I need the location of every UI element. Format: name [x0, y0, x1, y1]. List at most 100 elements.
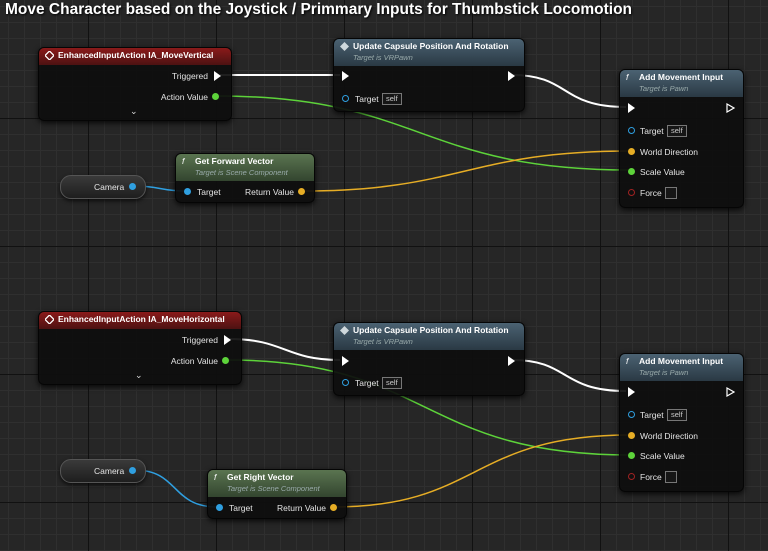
- scale-value-pin[interactable]: [628, 452, 635, 459]
- vector-wire: [302, 150, 631, 192]
- node-title: EnhancedInputAction IA_MoveVertical: [58, 50, 214, 60]
- self-field[interactable]: self: [667, 409, 687, 421]
- node-subtitle: Target is Pawn: [639, 368, 689, 377]
- camera-variable-node[interactable]: Camera: [60, 175, 146, 199]
- target-label: Target: [640, 126, 664, 136]
- triggered-exec-pin[interactable]: [224, 335, 231, 345]
- add-movement-input-node[interactable]: f Add Movement Input Target is Pawn Targ…: [619, 353, 744, 492]
- exec-in-pin[interactable]: [628, 387, 635, 397]
- force-pin[interactable]: [628, 473, 635, 480]
- object-wire: [133, 469, 219, 508]
- add-movement-input-node[interactable]: f Add Movement Input Target is Pawn Targ…: [619, 69, 744, 208]
- node-subtitle: Target is VRPawn: [353, 53, 413, 62]
- exec-out-pin[interactable]: [726, 387, 735, 397]
- node-header: f Add Movement Input Target is Pawn: [620, 70, 743, 97]
- vector-wire: [332, 434, 631, 508]
- node-header: EnhancedInputAction IA_MoveVertical: [39, 48, 231, 65]
- scale-value-label: Scale Value: [640, 167, 685, 177]
- node-subtitle: Target is Scene Component: [227, 484, 320, 493]
- exec-out-pin[interactable]: [508, 71, 515, 81]
- node-header: Update Capsule Position And Rotation Tar…: [334, 323, 524, 350]
- exec-in-pin[interactable]: [628, 103, 635, 113]
- chevron-down-icon[interactable]: ⌄: [135, 370, 143, 381]
- node-header: Update Capsule Position And Rotation Tar…: [334, 39, 524, 66]
- self-field[interactable]: self: [382, 377, 402, 389]
- self-field[interactable]: self: [382, 93, 402, 105]
- target-label: Target: [197, 187, 221, 197]
- world-direction-label: World Direction: [640, 431, 698, 441]
- node-title: Get Right Vector: [227, 472, 294, 482]
- target-pin[interactable]: [184, 188, 191, 195]
- triggered-exec-pin[interactable]: [214, 71, 221, 81]
- camera-label: Camera: [94, 182, 125, 192]
- target-pin[interactable]: [342, 379, 349, 386]
- exec-wire: [511, 359, 627, 392]
- get-forward-vector-node[interactable]: f Get Forward Vector Target is Scene Com…: [175, 153, 315, 203]
- return-value-label: Return Value: [277, 503, 326, 513]
- node-subtitle: Target is Pawn: [639, 84, 689, 93]
- node-header: f Get Right Vector Target is Scene Compo…: [208, 470, 346, 497]
- function-icon: [340, 42, 349, 51]
- event-diamond-icon: [45, 315, 54, 324]
- target-label: Target: [355, 94, 379, 104]
- self-field[interactable]: self: [667, 125, 687, 137]
- scale-value-label: Scale Value: [640, 451, 685, 461]
- camera-out-pin[interactable]: [129, 467, 136, 474]
- camera-label: Camera: [94, 466, 125, 476]
- return-value-label: Return Value: [245, 187, 294, 197]
- node-subtitle: Target is Scene Component: [195, 168, 288, 177]
- exec-out-pin[interactable]: [726, 103, 735, 113]
- node-subtitle: Target is VRPawn: [353, 337, 413, 346]
- exec-in-pin[interactable]: [342, 356, 349, 366]
- node-title: Update Capsule Position And Rotation: [353, 325, 509, 335]
- function-f-icon: f: [626, 72, 629, 82]
- force-pin[interactable]: [628, 189, 635, 196]
- target-label: Target: [640, 410, 664, 420]
- chevron-down-icon[interactable]: ⌄: [130, 106, 138, 117]
- function-f-icon: f: [182, 156, 185, 166]
- update-capsule-node[interactable]: Update Capsule Position And Rotation Tar…: [333, 322, 525, 396]
- target-label: Target: [229, 503, 253, 513]
- camera-out-pin[interactable]: [129, 183, 136, 190]
- node-header: f Get Forward Vector Target is Scene Com…: [176, 154, 314, 181]
- world-direction-label: World Direction: [640, 147, 698, 157]
- target-pin[interactable]: [628, 411, 635, 418]
- node-header: EnhancedInputAction IA_MoveHorizontal: [39, 312, 241, 329]
- exec-in-pin[interactable]: [342, 71, 349, 81]
- node-title: EnhancedInputAction IA_MoveHorizontal: [58, 314, 225, 324]
- force-checkbox[interactable]: [665, 471, 677, 483]
- event-diamond-icon: [45, 51, 54, 60]
- update-capsule-node[interactable]: Update Capsule Position And Rotation Tar…: [333, 38, 525, 112]
- camera-variable-node[interactable]: Camera: [60, 459, 146, 483]
- action-value-label: Action Value: [170, 356, 218, 366]
- force-label: Force: [640, 472, 662, 482]
- node-title: Add Movement Input: [639, 356, 724, 366]
- node-title: Get Forward Vector: [195, 156, 274, 166]
- exec-wire: [511, 74, 627, 108]
- action-value-pin[interactable]: [222, 357, 229, 364]
- function-f-icon: f: [214, 472, 217, 482]
- world-direction-pin[interactable]: [628, 432, 635, 439]
- triggered-label: Triggered: [181, 335, 218, 345]
- force-label: Force: [640, 188, 662, 198]
- exec-out-pin[interactable]: [508, 356, 515, 366]
- action-value-pin[interactable]: [212, 93, 219, 100]
- graph-comment-title: Move Character based on the Joystick / P…: [5, 1, 633, 18]
- event-node-move-horizontal[interactable]: EnhancedInputAction IA_MoveHorizontal Tr…: [38, 311, 242, 385]
- event-node-move-vertical[interactable]: EnhancedInputAction IA_MoveVertical Trig…: [38, 47, 232, 121]
- function-icon: [340, 326, 349, 335]
- scale-value-pin[interactable]: [628, 168, 635, 175]
- node-title: Add Movement Input: [639, 72, 724, 82]
- node-title: Update Capsule Position And Rotation: [353, 41, 509, 51]
- get-right-vector-node[interactable]: f Get Right Vector Target is Scene Compo…: [207, 469, 347, 519]
- world-direction-pin[interactable]: [628, 148, 635, 155]
- action-value-label: Action Value: [160, 92, 208, 102]
- target-pin[interactable]: [216, 504, 223, 511]
- target-pin[interactable]: [342, 95, 349, 102]
- force-checkbox[interactable]: [665, 187, 677, 199]
- target-label: Target: [355, 378, 379, 388]
- triggered-label: Triggered: [171, 71, 208, 81]
- return-value-pin[interactable]: [298, 188, 305, 195]
- return-value-pin[interactable]: [330, 504, 337, 511]
- target-pin[interactable]: [628, 127, 635, 134]
